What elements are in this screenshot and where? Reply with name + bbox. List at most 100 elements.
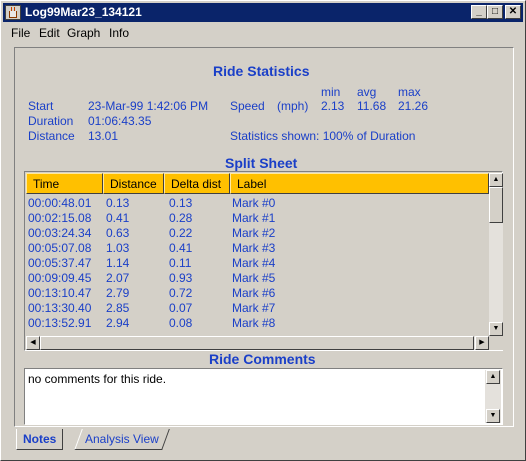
comments-vertical-scrollbar[interactable]: ▲ ▼ [485,370,501,423]
arrow-down-icon: ▼ [489,412,497,419]
arrow-left-icon: ◀ [30,339,36,346]
comments-text: no comments for this ride. [28,372,167,386]
cell-delta-dist: 0.28 [169,211,193,225]
tab-analysis-view-label: Analysis View [85,432,159,446]
cell-time: 00:13:52.91 [28,316,92,330]
duration-label: Duration [28,114,74,128]
tab-notes[interactable]: Notes [16,429,64,450]
column-header-delta-dist[interactable]: Delta dist [164,173,230,194]
arrow-up-icon: ▲ [489,373,497,380]
duration-value: 01:06:43.35 [88,114,152,128]
table-row[interactable]: 00:13:10.47 2.79 0.72 Mark #6 [26,286,489,301]
menu-edit[interactable]: Edit [39,26,60,40]
minimize-icon: _ [476,6,482,17]
horizontal-scrollbar[interactable]: ◀ ▶ [26,336,489,350]
arrow-right-icon: ▶ [479,339,485,346]
close-icon: ✕ [508,6,518,17]
ride-statistics-heading: Ride Statistics [213,63,310,79]
cell-delta-dist: 0.72 [169,286,193,300]
menu-file[interactable]: File [11,26,30,40]
comments-textarea[interactable]: no comments for this ride. ▲ ▼ [24,368,503,425]
cell-distance: 2.07 [106,271,130,285]
column-header-time[interactable]: Time [26,173,103,194]
window-title: Log99Mar23_134121 [25,5,142,19]
speed-avg: 11.68 [357,99,387,113]
table-row[interactable]: 00:03:24.34 0.63 0.22 Mark #2 [26,226,489,241]
cup-icon [9,11,17,18]
scroll-corner [489,336,503,350]
table-row[interactable]: 00:05:07.08 1.03 0.41 Mark #3 [26,241,489,256]
cell-time: 00:03:24.34 [28,226,92,240]
cell-label: Mark #2 [232,226,276,240]
table-row[interactable]: 00:13:30.40 2.85 0.07 Mark #7 [26,301,489,316]
distance-value: 13.01 [88,129,119,143]
table-header: Time Distance Delta dist Label [26,173,489,194]
cell-time: 00:05:07.08 [28,241,92,255]
cell-delta-dist: 0.13 [169,196,193,210]
stat-col-min: min [321,85,341,99]
tab-analysis-view[interactable]: Analysis View [74,429,170,450]
cell-label: Mark #8 [232,316,276,330]
table-row[interactable]: 00:00:48.01 0.13 0.13 Mark #0 [26,196,489,211]
arrow-down-icon: ▼ [492,325,500,332]
tab-strip: Notes Analysis View [14,429,514,451]
cell-delta-dist: 0.93 [169,271,193,285]
cell-label: Mark #7 [232,301,276,315]
cell-time: 00:00:48.01 [28,196,92,210]
scroll-left-button[interactable]: ◀ [26,336,40,350]
cell-delta-dist: 0.07 [169,301,193,315]
cell-label: Mark #5 [232,271,276,285]
cell-distance: 0.63 [106,226,130,240]
scroll-right-button[interactable]: ▶ [475,336,489,350]
maximize-icon: □ [491,6,499,17]
menu-bar: File Edit Graph Info [3,23,523,43]
cell-label: Mark #1 [232,211,276,225]
start-label: Start [28,99,54,113]
java-cup-icon[interactable] [5,5,21,20]
horizontal-scroll-thumb[interactable] [40,336,474,350]
cell-label: Mark #3 [232,241,276,255]
cell-label: Mark #4 [232,256,276,270]
stat-col-max: max [398,85,421,99]
column-header-label[interactable]: Label [230,173,489,194]
arrow-up-icon: ▲ [492,176,500,183]
maximize-button[interactable]: □ [487,5,503,19]
split-sheet-table: Time Distance Delta dist Label 00:00:48.… [24,171,503,351]
split-sheet-heading: Split Sheet [225,155,298,171]
menu-info[interactable]: Info [109,26,129,40]
cell-distance: 0.41 [106,211,130,225]
column-header-distance[interactable]: Distance [103,173,164,194]
comments-scroll-down-button[interactable]: ▼ [486,409,500,423]
cell-delta-dist: 0.41 [169,241,193,255]
cell-time: 00:05:37.47 [28,256,92,270]
scroll-down-button[interactable]: ▼ [489,322,503,336]
ride-comments-heading: Ride Comments [209,351,316,367]
cell-time: 00:02:15.08 [28,211,92,225]
cell-delta-dist: 0.22 [169,226,193,240]
speed-label: Speed [230,99,265,113]
menu-graph[interactable]: Graph [67,26,100,40]
cell-delta-dist: 0.08 [169,316,193,330]
table-row[interactable]: 00:02:15.08 0.41 0.28 Mark #1 [26,211,489,226]
minimize-button[interactable]: _ [471,5,487,19]
vertical-scroll-thumb[interactable] [489,187,503,223]
vertical-scrollbar[interactable]: ▲ ▼ [489,173,503,336]
table-row[interactable]: 00:09:09.45 2.07 0.93 Mark #5 [26,271,489,286]
cell-distance: 1.14 [106,256,130,270]
title-bar[interactable]: Log99Mar23_134121 _ □ ✕ [3,3,523,22]
cell-time: 00:09:09.45 [28,271,92,285]
speed-unit: (mph) [277,99,309,113]
table-row[interactable]: 00:13:52.91 2.94 0.08 Mark #8 [26,316,489,331]
comments-scroll-up-button[interactable]: ▲ [486,370,500,384]
distance-label: Distance [28,129,75,143]
cell-delta-dist: 0.11 [169,256,192,270]
cell-distance: 0.13 [106,196,130,210]
table-row[interactable]: 00:05:37.47 1.14 0.11 Mark #4 [26,256,489,271]
stat-col-avg: avg [357,85,377,99]
statistics-shown-note: Statistics shown: 100% of Duration [230,129,416,143]
cell-distance: 2.85 [106,301,130,315]
close-button[interactable]: ✕ [505,5,521,19]
cell-distance: 2.79 [106,286,130,300]
cell-time: 00:13:30.40 [28,301,92,315]
scroll-up-button[interactable]: ▲ [489,173,503,187]
